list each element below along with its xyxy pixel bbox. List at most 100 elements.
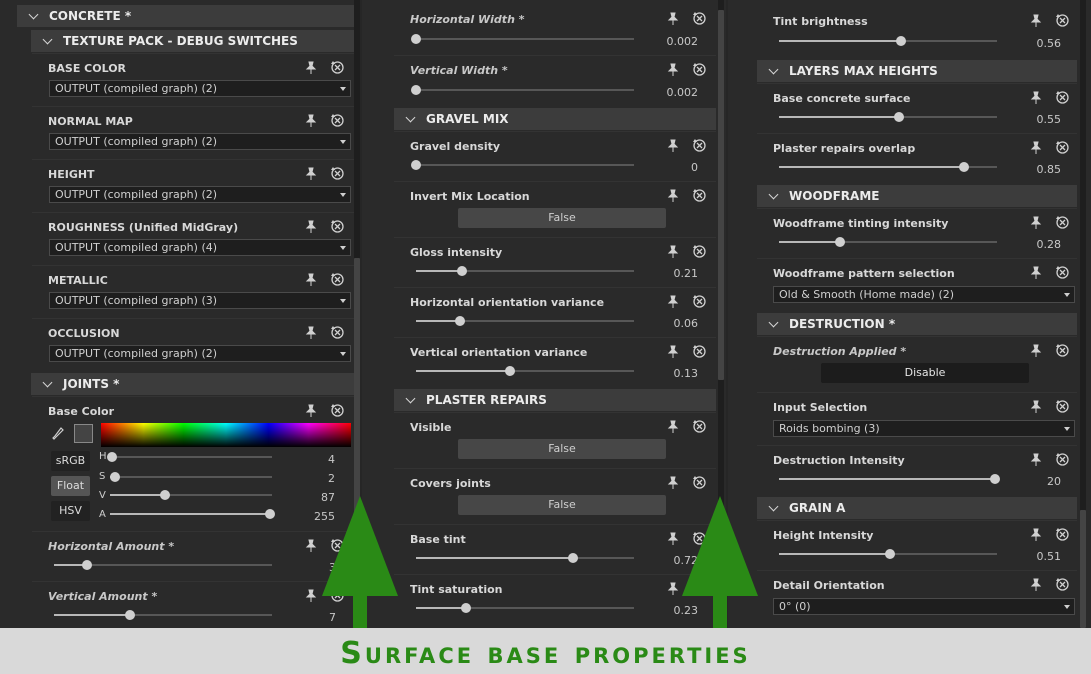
reset-icon[interactable]	[1055, 265, 1070, 280]
input-selection-select[interactable]: Roids bombing (3)	[773, 420, 1075, 437]
reset-icon[interactable]	[330, 219, 345, 234]
reset-icon[interactable]	[1055, 577, 1070, 592]
reset-icon[interactable]	[330, 60, 345, 75]
plaster-repairs-overlap-slider[interactable]	[779, 162, 997, 172]
right-panel-scrollbar[interactable]	[1080, 0, 1086, 628]
section-concrete[interactable]: CONCRETE *	[17, 5, 354, 27]
section-gravel-mix[interactable]: GRAVEL MIX	[394, 108, 716, 130]
pin-icon[interactable]	[1029, 91, 1043, 105]
pin-icon[interactable]	[304, 167, 318, 181]
h-slider[interactable]	[107, 452, 272, 462]
mode-srgb-button[interactable]: sRGB	[51, 451, 90, 471]
reset-icon[interactable]	[692, 475, 707, 490]
eyedropper-icon[interactable]	[52, 427, 64, 441]
pin-icon[interactable]	[666, 189, 680, 203]
pin-icon[interactable]	[1029, 453, 1043, 467]
pin-icon[interactable]	[1029, 400, 1043, 414]
reset-icon[interactable]	[330, 166, 345, 181]
section-woodframe[interactable]: WOODFRAME	[757, 185, 1077, 207]
mode-hsv-button[interactable]: HSV	[51, 501, 90, 521]
pin-icon[interactable]	[1029, 344, 1043, 358]
destruction-applied-toggle[interactable]: Disable	[821, 363, 1029, 383]
visible-toggle[interactable]: False	[458, 439, 666, 459]
section-texture-pack[interactable]: TEXTURE PACK - DEBUG SWITCHES	[31, 30, 354, 52]
covers-joints-toggle[interactable]: False	[458, 495, 666, 515]
color-swatch[interactable]	[74, 424, 93, 443]
right-panel-scroll-thumb[interactable]	[1080, 510, 1086, 628]
reset-icon[interactable]	[1055, 343, 1070, 358]
gloss-intensity-slider[interactable]	[416, 266, 634, 276]
pin-icon[interactable]	[666, 12, 680, 26]
pin-icon[interactable]	[1029, 141, 1043, 155]
pin-icon[interactable]	[304, 114, 318, 128]
height-select[interactable]: OUTPUT (compiled graph) (2)	[49, 186, 351, 203]
pin-icon[interactable]	[304, 539, 318, 553]
reset-icon[interactable]	[1055, 90, 1070, 105]
reset-icon[interactable]	[692, 294, 707, 309]
occlusion-select[interactable]: OUTPUT (compiled graph) (2)	[49, 345, 351, 362]
reset-icon[interactable]	[1055, 215, 1070, 230]
section-joints[interactable]: JOINTS *	[31, 373, 354, 395]
height-intensity-slider[interactable]	[779, 549, 997, 559]
section-grain-a[interactable]: GRAIN A	[757, 497, 1077, 519]
roughness-select[interactable]: OUTPUT (compiled graph) (4)	[49, 239, 351, 256]
section-plaster-repairs[interactable]: PLASTER REPAIRS	[394, 389, 716, 411]
normal-map-select[interactable]: OUTPUT (compiled graph) (2)	[49, 133, 351, 150]
gravel-density-slider[interactable]	[411, 160, 634, 170]
reset-icon[interactable]	[1055, 452, 1070, 467]
reset-icon[interactable]	[1055, 527, 1070, 542]
metallic-select[interactable]: OUTPUT (compiled graph) (3)	[49, 292, 351, 309]
pin-icon[interactable]	[304, 589, 318, 603]
base-tint-slider[interactable]	[416, 553, 634, 563]
pin-icon[interactable]	[666, 345, 680, 359]
invert-mix-location-toggle[interactable]: False	[458, 208, 666, 228]
pin-icon[interactable]	[1029, 578, 1043, 592]
pin-icon[interactable]	[1029, 266, 1043, 280]
left-panel-scroll-thumb[interactable]	[354, 258, 360, 518]
horizontal-orientation-variance-slider[interactable]	[416, 316, 634, 326]
woodframe-tinting-intensity-slider[interactable]	[779, 237, 997, 247]
reset-icon[interactable]	[1055, 399, 1070, 414]
pin-icon[interactable]	[666, 63, 680, 77]
section-destruction[interactable]: DESTRUCTION *	[757, 313, 1077, 335]
reset-icon[interactable]	[692, 419, 707, 434]
pin-icon[interactable]	[304, 220, 318, 234]
reset-icon[interactable]	[330, 325, 345, 340]
mode-float-button[interactable]: Float	[51, 476, 90, 496]
base-concrete-surface-slider[interactable]	[779, 112, 997, 122]
middle-panel-scroll-thumb[interactable]	[718, 10, 724, 380]
destruction-intensity-slider[interactable]	[779, 474, 1000, 484]
pin-icon[interactable]	[666, 532, 680, 546]
v-slider[interactable]	[110, 490, 272, 500]
vertical-amount-slider[interactable]	[54, 610, 272, 620]
detail-orientation-select[interactable]: 0° (0)	[773, 598, 1075, 615]
pin-icon[interactable]	[666, 420, 680, 434]
reset-icon[interactable]	[330, 113, 345, 128]
s-slider[interactable]	[109, 472, 272, 482]
reset-icon[interactable]	[330, 272, 345, 287]
reset-icon[interactable]	[330, 403, 345, 418]
pin-icon[interactable]	[666, 295, 680, 309]
vertical-orientation-variance-slider[interactable]	[416, 366, 634, 376]
section-layers-max-heights[interactable]: LAYERS MAX HEIGHTS	[757, 60, 1077, 82]
reset-icon[interactable]	[692, 244, 707, 259]
tint-brightness-slider[interactable]	[779, 36, 997, 46]
pin-icon[interactable]	[304, 326, 318, 340]
pin-icon[interactable]	[304, 404, 318, 418]
pin-icon[interactable]	[666, 245, 680, 259]
reset-icon[interactable]	[692, 188, 707, 203]
pin-icon[interactable]	[1029, 14, 1043, 28]
pin-icon[interactable]	[304, 61, 318, 75]
vertical-width-slider[interactable]	[411, 85, 634, 95]
reset-icon[interactable]	[692, 62, 707, 77]
a-slider[interactable]	[110, 509, 276, 519]
woodframe-pattern-select[interactable]: Old & Smooth (Home made) (2)	[773, 286, 1075, 303]
base-color-select[interactable]: OUTPUT (compiled graph) (2)	[49, 80, 351, 97]
reset-icon[interactable]	[692, 11, 707, 26]
reset-icon[interactable]	[692, 138, 707, 153]
tint-saturation-slider[interactable]	[416, 603, 634, 613]
reset-icon[interactable]	[692, 344, 707, 359]
pin-icon[interactable]	[666, 582, 680, 596]
pin-icon[interactable]	[304, 273, 318, 287]
pin-icon[interactable]	[666, 139, 680, 153]
